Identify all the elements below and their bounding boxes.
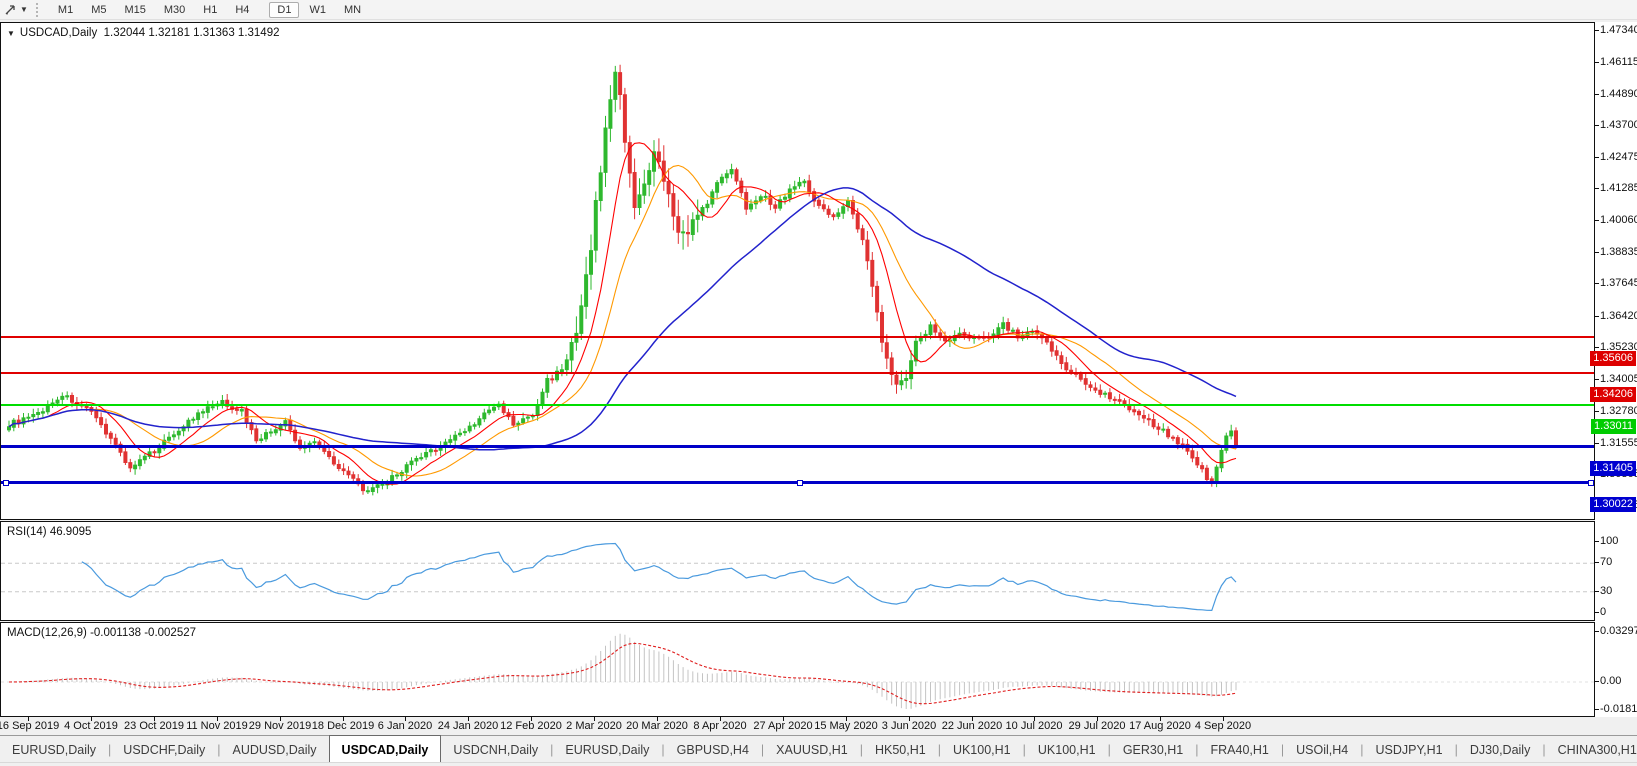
- chart-tab-usdcad-daily[interactable]: USDCAD,Daily: [329, 735, 442, 763]
- line-selection-handle[interactable]: [797, 480, 803, 486]
- date-tick-label: 18 Dec 2019: [312, 720, 374, 732]
- date-tick-label: 12 Feb 2020: [500, 720, 562, 732]
- chart-tab-fra40-h1[interactable]: FRA40,H1: [1199, 736, 1281, 763]
- date-tick-label: 16 Sep 2019: [0, 720, 59, 732]
- chart-tab-bar: EURUSD,Daily|USDCHF,Daily|AUDUSD,DailyUS…: [0, 735, 1637, 763]
- price-tick: 1.34005: [1595, 373, 1637, 386]
- chart-title: ▼ USDCAD,Daily 1.32044 1.32181 1.31363 1.…: [7, 27, 280, 39]
- chart-tab-audusd-daily[interactable]: AUDUSD,Daily: [221, 736, 329, 763]
- price-tick: 1.36420: [1595, 310, 1637, 323]
- macd-panel[interactable]: MACD(12,26,9) -0.001138 -0.002527: [0, 622, 1595, 717]
- timeframe-button-h4[interactable]: H4: [227, 2, 257, 18]
- price-tick: 1.44890: [1595, 88, 1637, 101]
- rsi-panel[interactable]: RSI(14) 46.9095: [0, 521, 1595, 621]
- timeframe-button-h1[interactable]: H1: [195, 2, 225, 18]
- chart-tab-usoil-h4[interactable]: USOil,H4: [1284, 736, 1360, 763]
- chart-tab-usdjpy-h1[interactable]: USDJPY,H1: [1363, 736, 1454, 763]
- price-flag-1.30022: 1.30022: [1590, 497, 1636, 512]
- date-tick-label: 4 Oct 2019: [64, 720, 118, 732]
- price-flag-1.35606: 1.35606: [1590, 351, 1636, 366]
- timeframe-button-m15[interactable]: M15: [116, 2, 153, 18]
- status-strip: [0, 762, 1637, 766]
- horizontal-line-1.34206[interactable]: [1, 372, 1594, 374]
- rsi-tick: 30: [1595, 585, 1637, 598]
- price-tick: 1.43700: [1595, 119, 1637, 132]
- macd-tick: 0.032972: [1595, 625, 1637, 638]
- rsi-tick: 0: [1595, 606, 1637, 619]
- date-tick-label: 8 Apr 2020: [693, 720, 746, 732]
- rsi-tick: 70: [1595, 556, 1637, 569]
- timeframe-button-d1[interactable]: D1: [269, 2, 299, 18]
- horizontal-line-1.35606[interactable]: [1, 336, 1594, 338]
- price-tick: 1.32780: [1595, 405, 1637, 418]
- timeframe-button-w1[interactable]: W1: [301, 2, 334, 18]
- line-selection-handle[interactable]: [1588, 480, 1594, 486]
- chart-tab-dj30-daily[interactable]: DJ30,Daily: [1458, 736, 1542, 763]
- price-flag-1.31405: 1.31405: [1590, 461, 1636, 476]
- date-tick-label: 27 Apr 2020: [753, 720, 812, 732]
- price-tick: 1.47340: [1595, 24, 1637, 37]
- chart-tab-china300-h1[interactable]: CHINA300,H1: [1546, 736, 1637, 763]
- date-tick-label: 22 Jun 2020: [942, 720, 1003, 732]
- rsi-tick: 100: [1595, 535, 1637, 548]
- price-tick: 1.40060: [1595, 214, 1637, 227]
- chart-title-text: USDCAD,Daily 1.32044 1.32181 1.31363 1.3…: [20, 27, 280, 39]
- timeframe-button-m30[interactable]: M30: [156, 2, 193, 18]
- date-tick-label: 15 May 2020: [814, 720, 878, 732]
- tool-dropdown-icon[interactable]: ▼: [20, 5, 28, 14]
- price-tick: 1.46115: [1595, 56, 1637, 69]
- price-tick: 1.38835: [1595, 246, 1637, 259]
- chart-tab-uk100-h1[interactable]: UK100,H1: [1026, 736, 1108, 763]
- macd-canvas[interactable]: [1, 623, 1594, 716]
- line-selection-handle[interactable]: [3, 480, 9, 486]
- timeframe-toolbar: ▼ M1M5M15M30H1H4 D1W1MN: [0, 0, 1637, 20]
- symbol-dropdown-icon[interactable]: ▼: [7, 29, 15, 38]
- date-tick-label: 4 Sep 2020: [1195, 720, 1251, 732]
- trading-terminal-window: ▼ M1M5M15M30H1H4 D1W1MN ▼ USDCAD,Daily 1.3…: [0, 0, 1637, 766]
- chart-tab-xauusd-h1[interactable]: XAUUSD,H1: [764, 736, 860, 763]
- horizontal-line-1.33011[interactable]: [1, 404, 1594, 406]
- crosshair-cursor-icon[interactable]: [3, 2, 19, 17]
- rsi-label: RSI(14) 46.9095: [7, 526, 91, 538]
- date-tick-label: 29 Jul 2020: [1069, 720, 1126, 732]
- price-tick: 1.42475: [1595, 151, 1637, 164]
- date-tick-label: 17 Aug 2020: [1129, 720, 1191, 732]
- chart-tab-uk100-h1[interactable]: UK100,H1: [941, 736, 1023, 763]
- date-tick-label: 20 Mar 2020: [626, 720, 688, 732]
- chart-tab-eurusd-daily[interactable]: EURUSD,Daily: [553, 736, 661, 763]
- chart-tab-hk50-h1[interactable]: HK50,H1: [863, 736, 938, 763]
- macd-tick: -0.018154: [1595, 703, 1637, 716]
- price-flag-1.34206: 1.34206: [1590, 387, 1636, 402]
- date-axis: 16 Sep 2019 4 Oct 2019 23 Oct 201911 Nov 2…: [0, 718, 1594, 734]
- chart-tab-gbpusd-h4[interactable]: GBPUSD,H4: [665, 736, 761, 763]
- horizontal-line-1.31405[interactable]: [1, 445, 1594, 448]
- price-tick: 1.37645: [1595, 277, 1637, 290]
- timeframe-button-mn[interactable]: MN: [336, 2, 369, 18]
- macd-tick: 0.00: [1595, 675, 1637, 688]
- timeframe-buttons: M1M5M15M30H1H4 D1W1MN: [49, 4, 370, 16]
- toolbar-grip[interactable]: [36, 3, 43, 17]
- timeframe-button-m1[interactable]: M1: [50, 2, 81, 18]
- chart-tab-usdcnh-daily[interactable]: USDCNH,Daily: [441, 736, 550, 763]
- price-axis: 1.47340 1.46115 1.44890 1.43700 1.42475 1.412…: [1595, 22, 1637, 717]
- macd-label: MACD(12,26,9) -0.001138 -0.002527: [7, 627, 196, 639]
- chart-tab-ger30-h1[interactable]: GER30,H1: [1111, 736, 1195, 763]
- date-tick-label: 10 Jul 2020: [1006, 720, 1063, 732]
- date-tick-label: 6 Jan 2020: [378, 720, 432, 732]
- timeframe-button-m5[interactable]: M5: [83, 2, 114, 18]
- date-tick-label: 3 Jun 2020: [882, 720, 936, 732]
- price-tick: 1.31555: [1595, 437, 1637, 450]
- chart-tab-eurusd-daily[interactable]: EURUSD,Daily: [0, 736, 108, 763]
- date-tick-label: 11 Nov 2019: [186, 720, 248, 732]
- date-tick-label: 2 Mar 2020: [566, 720, 622, 732]
- rsi-canvas[interactable]: [1, 522, 1594, 620]
- price-tick: 1.41285: [1595, 182, 1637, 195]
- date-tick-label: 24 Jan 2020: [438, 720, 499, 732]
- chart-tab-usdchf-daily[interactable]: USDCHF,Daily: [111, 736, 217, 763]
- date-tick-label: 29 Nov 2019: [249, 720, 311, 732]
- price-flag-1.33011: 1.33011: [1591, 419, 1636, 434]
- date-tick-label: 23 Oct 2019: [124, 720, 184, 732]
